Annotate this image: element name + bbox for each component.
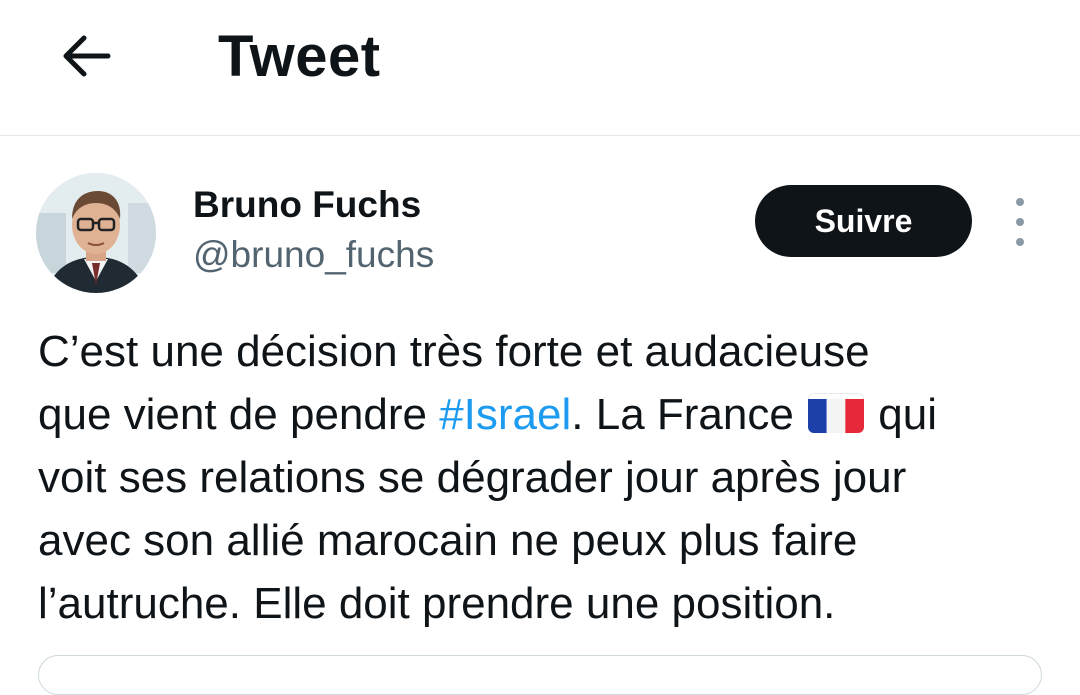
france-flag-icon bbox=[808, 393, 865, 433]
hashtag-link[interactable]: #Israel bbox=[439, 390, 571, 439]
tweet-text-segment: qui bbox=[866, 390, 938, 439]
tweet-text: C’est une décision très forte et audacie… bbox=[38, 320, 1058, 635]
avatar[interactable] bbox=[36, 173, 156, 293]
vertical-dots-icon bbox=[1016, 238, 1024, 246]
vertical-dots-icon bbox=[1016, 198, 1024, 206]
author-name[interactable]: Bruno Fuchs bbox=[193, 182, 421, 228]
more-options-button[interactable] bbox=[1004, 198, 1036, 246]
top-bar: Tweet bbox=[0, 0, 1080, 136]
arrow-left-icon bbox=[63, 35, 111, 77]
tweet-text-segment: que vient de pendre bbox=[38, 390, 440, 439]
tweet-line: voit ses relations se dégrader jour aprè… bbox=[38, 453, 907, 502]
page-title: Tweet bbox=[218, 24, 381, 89]
author-handle[interactable]: @bruno_fuchs bbox=[193, 232, 434, 278]
media-card[interactable] bbox=[38, 655, 1042, 695]
tweet-text-segment: . La France bbox=[571, 390, 807, 439]
tweet-line: avec son allié marocain ne peux plus fai… bbox=[38, 516, 858, 565]
vertical-dots-icon bbox=[1016, 218, 1024, 226]
follow-button[interactable]: Suivre bbox=[755, 185, 972, 257]
tweet-line: l’autruche. Elle doit prendre une positi… bbox=[38, 579, 836, 628]
profile-photo bbox=[36, 173, 156, 293]
tweet-line: C’est une décision très forte et audacie… bbox=[38, 327, 870, 376]
back-button[interactable] bbox=[56, 28, 116, 84]
